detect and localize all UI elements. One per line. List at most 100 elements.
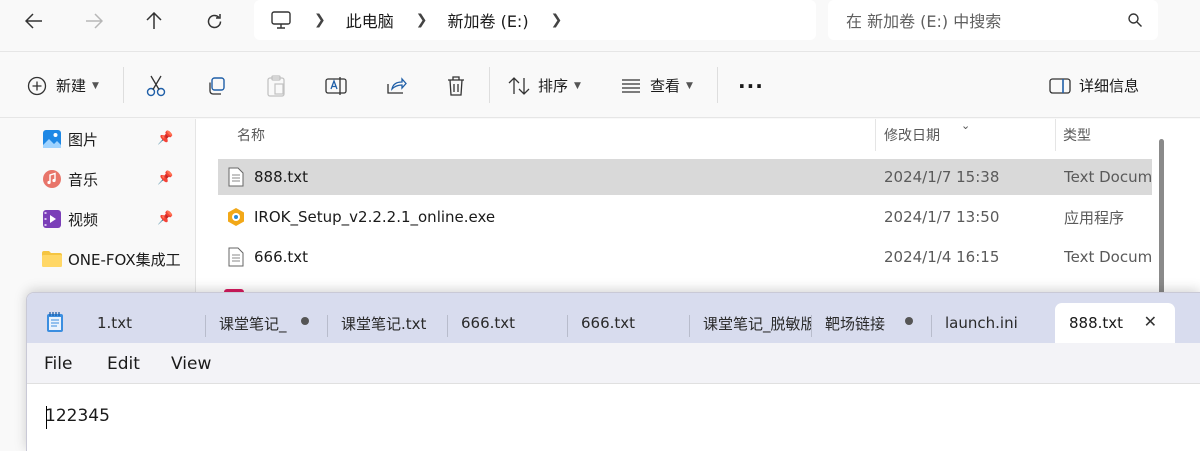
tab-launch-ini[interactable]: launch.ini: [931, 303, 1053, 343]
address-bar[interactable]: ❯ 此电脑 ❯ 新加卷 (E:) ❯: [254, 0, 816, 40]
tab-1-txt[interactable]: 1.txt: [83, 303, 205, 343]
plus-circle-icon: [26, 75, 48, 97]
tab-label: 课堂笔记_脱敏版: [703, 314, 811, 333]
tab-range-links-unsaved[interactable]: 靶场链接: [811, 303, 931, 343]
file-type: Text Docum: [1064, 168, 1153, 186]
column-header-name[interactable]: 名称: [237, 119, 265, 151]
editor-content[interactable]: 122345: [45, 406, 110, 426]
file-row[interactable]: IROK_Setup_v2.2.2.1_online.exe 2024/1/7 …: [218, 199, 1152, 235]
file-row[interactable]: 888.txt 2024/1/7 15:38 Text Docum: [218, 159, 1152, 195]
search-input[interactable]: 在 新加卷 (E:) 中搜索: [828, 0, 1158, 40]
tab-label: launch.ini: [945, 314, 1018, 332]
menu-file[interactable]: File: [44, 354, 72, 374]
sort-button[interactable]: 排序 ▼: [508, 52, 581, 119]
toolbar-divider: [123, 67, 124, 103]
clipboard-icon: [265, 74, 287, 97]
forward-arrow-icon[interactable]: [76, 6, 112, 36]
share-icon: [385, 75, 407, 97]
file-type: 应用程序: [1064, 208, 1125, 227]
tab-888-txt-active[interactable]: 888.txt ✕: [1055, 303, 1175, 343]
file-date: 2024/1/7 15:38: [884, 168, 1000, 186]
tab-label: 课堂笔记_: [219, 314, 287, 333]
back-arrow-icon[interactable]: [16, 6, 52, 36]
pin-icon[interactable]: 📌: [157, 131, 173, 146]
tab-666-txt-2[interactable]: 666.txt: [567, 303, 689, 343]
view-lines-icon: [620, 75, 642, 97]
folder-icon: [42, 249, 62, 269]
column-divider[interactable]: [875, 119, 876, 151]
tab-class-notes-txt[interactable]: 课堂笔记.txt: [327, 303, 447, 343]
notepad-tab-bar: 1.txt 课堂笔记_ 课堂笔记.txt 666.txt 666.txt 课堂笔…: [27, 293, 1200, 343]
tab-666-txt[interactable]: 666.txt: [447, 303, 567, 343]
paste-button[interactable]: [265, 52, 287, 119]
vertical-scrollbar[interactable]: [1159, 139, 1164, 299]
pictures-icon: [42, 129, 62, 149]
file-name-cell[interactable]: 888.txt: [226, 159, 308, 195]
chevron-down-icon: ▼: [686, 80, 693, 91]
pin-icon[interactable]: 📌: [157, 211, 173, 226]
toolbar-divider: [717, 67, 718, 103]
unsaved-dot-icon: [301, 317, 309, 325]
new-label: 新建: [56, 77, 87, 95]
chevron-right-icon[interactable]: ❯: [551, 12, 563, 28]
this-pc-icon: [270, 9, 292, 31]
file-name-cell[interactable]: IROK_Setup_v2.2.2.1_online.exe: [226, 199, 495, 235]
file-type: Text Docum: [1064, 248, 1153, 266]
sidebar-item-label: ONE-FOX集成工: [68, 250, 181, 269]
rename-button[interactable]: [325, 52, 347, 119]
file-row[interactable]: 666.txt 2024/1/4 16:15 Text Docum: [218, 239, 1152, 275]
search-placeholder: 在 新加卷 (E:) 中搜索: [846, 12, 1002, 31]
rename-icon: [325, 75, 347, 97]
notepad-window: 1.txt 课堂笔记_ 课堂笔记.txt 666.txt 666.txt 课堂笔…: [26, 292, 1200, 451]
details-pane-button[interactable]: 详细信息: [1049, 52, 1139, 119]
file-date: 2024/1/7 13:50: [884, 208, 1000, 226]
menu-view[interactable]: View: [171, 354, 211, 374]
file-date: 2024/1/4 16:15: [884, 248, 1000, 266]
refresh-icon[interactable]: [196, 6, 232, 36]
notepad-menu-bar: File Edit View: [27, 343, 1200, 384]
chevron-right-icon[interactable]: ❯: [416, 12, 428, 28]
music-icon: [42, 169, 62, 189]
chevron-down-icon: ▼: [574, 80, 581, 91]
details-pane-icon: [1049, 75, 1071, 97]
file-name: 666.txt: [254, 248, 309, 266]
file-name-cell[interactable]: 666.txt: [226, 239, 308, 275]
text-editor-area[interactable]: 122345: [27, 384, 1200, 451]
column-divider[interactable]: [1055, 119, 1056, 151]
text-file-icon: [226, 247, 246, 267]
share-button[interactable]: [385, 52, 407, 119]
file-name: 888.txt: [254, 168, 309, 186]
pin-icon[interactable]: 📌: [157, 171, 173, 186]
tab-label: 靶场链接: [825, 314, 886, 333]
cut-button[interactable]: [145, 52, 167, 119]
chevron-down-icon: ▼: [92, 80, 99, 91]
view-button[interactable]: 查看 ▼: [620, 52, 693, 119]
copy-button[interactable]: [205, 52, 227, 119]
close-tab-icon[interactable]: ✕: [1144, 312, 1157, 331]
breadcrumb-drive-e[interactable]: 新加卷 (E:): [447, 8, 528, 32]
sidebar-item-label: 音乐: [68, 170, 99, 189]
tab-label: 课堂笔记.txt: [341, 314, 427, 333]
more-options-button[interactable]: ···: [738, 52, 764, 119]
navigation-bar: ❯ 此电脑 ❯ 新加卷 (E:) ❯ 在 新加卷 (E:) 中搜索: [0, 0, 1200, 50]
sort-label: 排序: [538, 77, 569, 95]
videos-icon: [42, 209, 62, 229]
column-header-type[interactable]: 类型: [1063, 119, 1091, 151]
breadcrumb-this-pc[interactable]: 此电脑: [346, 8, 394, 32]
menu-edit[interactable]: Edit: [107, 354, 140, 374]
tab-class-notes-unsaved[interactable]: 课堂笔记_: [205, 303, 327, 343]
tab-label: 888.txt: [1069, 314, 1124, 332]
sidebar-item-one-fox-folder[interactable]: ONE-FOX集成工: [42, 247, 190, 271]
toolbar-divider: [489, 67, 490, 103]
chevron-right-icon[interactable]: ❯: [314, 12, 326, 28]
new-button[interactable]: 新建 ▼: [26, 52, 99, 119]
sort-icon: [508, 75, 530, 97]
tab-class-notes-redacted[interactable]: 课堂笔记_脱敏版: [689, 303, 811, 343]
scissors-icon: [145, 75, 167, 97]
unsaved-dot-icon: [905, 317, 913, 325]
delete-button[interactable]: [445, 52, 467, 119]
up-arrow-icon[interactable]: [136, 6, 172, 36]
column-header-modified[interactable]: 修改日期: [884, 119, 940, 151]
search-icon[interactable]: [1128, 12, 1142, 31]
trash-icon: [445, 75, 467, 97]
